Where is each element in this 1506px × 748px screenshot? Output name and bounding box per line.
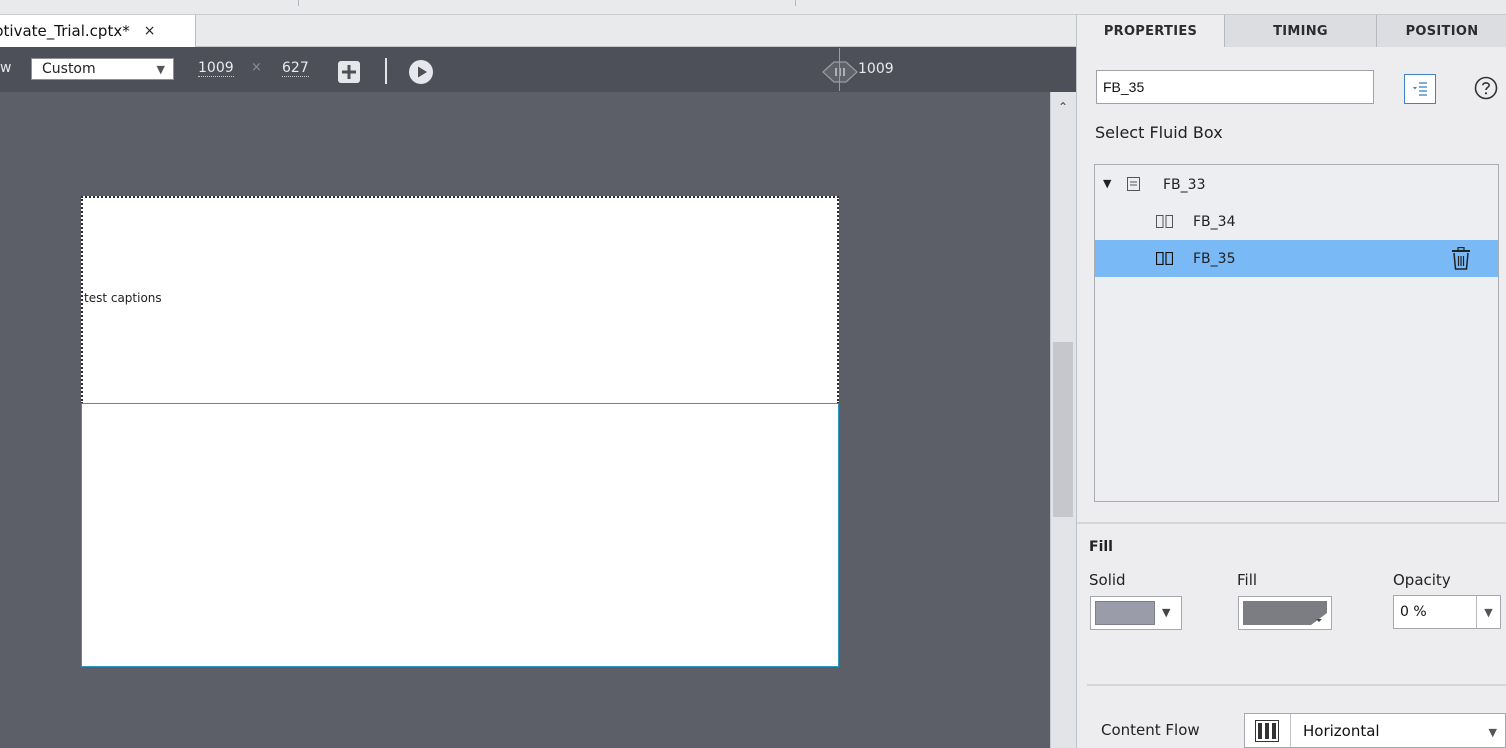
preview-play-icon[interactable] bbox=[408, 59, 434, 85]
tree-item-fb-33[interactable]: ▼ FB_33 bbox=[1095, 166, 1498, 203]
document-tab-label: ptivate_Trial.cptx* bbox=[0, 22, 130, 40]
device-preset-value: Custom bbox=[42, 61, 96, 77]
width-field[interactable]: 1009 bbox=[198, 60, 234, 77]
scrollbar-thumb[interactable] bbox=[1053, 342, 1073, 517]
solid-color-swatch bbox=[1095, 601, 1155, 625]
list-menu-icon bbox=[1413, 82, 1427, 96]
vertical-box-icon bbox=[1127, 177, 1140, 191]
add-breakpoint-icon[interactable] bbox=[337, 60, 361, 84]
tree-item-label: FB_33 bbox=[1163, 176, 1206, 193]
fill-section-title: Fill bbox=[1089, 539, 1113, 555]
chevron-down-icon: ▼ bbox=[1488, 726, 1497, 739]
fluid-box-tree: ▼ FB_33 FB_34 FB_35 bbox=[1094, 164, 1499, 502]
breakpoint-value: 1009 bbox=[858, 61, 894, 77]
breakpoint-handle-icon[interactable] bbox=[822, 60, 858, 84]
caption-text[interactable]: test captions bbox=[84, 291, 162, 305]
tree-item-label: FB_35 bbox=[1193, 250, 1236, 267]
horizontal-box-icon bbox=[1156, 252, 1173, 265]
close-tab-icon[interactable]: × bbox=[144, 23, 156, 39]
scroll-up-icon[interactable]: ⌃ bbox=[1058, 100, 1068, 114]
top-strip bbox=[0, 0, 1506, 15]
top-strip-divider bbox=[795, 0, 796, 6]
tab-position[interactable]: POSITION bbox=[1377, 15, 1506, 47]
content-flow-select[interactable]: Horizontal ▼ bbox=[1244, 713, 1506, 748]
view-label: w bbox=[0, 60, 12, 76]
tab-properties[interactable]: PROPERTIES bbox=[1077, 15, 1225, 47]
opacity-input[interactable]: 0 % ▼ bbox=[1393, 595, 1501, 629]
section-divider bbox=[1077, 522, 1506, 524]
document-tab[interactable]: ptivate_Trial.cptx* × bbox=[0, 15, 196, 47]
horizontal-box-icon bbox=[1156, 215, 1173, 228]
fill-color-picker[interactable] bbox=[1238, 596, 1332, 630]
chevron-down-icon bbox=[1311, 613, 1327, 625]
tab-timing[interactable]: TIMING bbox=[1225, 15, 1377, 47]
fill-label: Fill bbox=[1237, 571, 1258, 589]
fill-type-picker[interactable]: ▼ bbox=[1090, 596, 1182, 630]
panel-tabs: PROPERTIES TIMING POSITION bbox=[1077, 15, 1506, 47]
properties-panel: PROPERTIES TIMING POSITION Select Fluid … bbox=[1076, 15, 1506, 748]
stage-vertical-scrollbar[interactable]: ⌃ bbox=[1050, 92, 1076, 748]
opacity-dropdown-icon[interactable]: ▼ bbox=[1476, 596, 1500, 628]
content-flow-label: Content Flow bbox=[1101, 721, 1200, 739]
document-tab-bar: ptivate_Trial.cptx* × bbox=[0, 15, 1076, 47]
fluid-box-section-title: Select Fluid Box bbox=[1095, 123, 1223, 142]
opacity-value: 0 % bbox=[1400, 604, 1427, 620]
dimension-separator: × bbox=[251, 60, 262, 75]
stage-toolbar: w Custom ▼ 1009 × 627 1009 bbox=[0, 47, 1076, 92]
tree-item-fb-34[interactable]: FB_34 bbox=[1095, 203, 1498, 240]
opacity-label: Opacity bbox=[1393, 571, 1451, 589]
height-field[interactable]: 627 bbox=[282, 60, 309, 77]
horizontal-flow-icon bbox=[1255, 720, 1279, 742]
trash-icon[interactable] bbox=[1450, 247, 1472, 271]
help-icon[interactable] bbox=[1473, 75, 1499, 101]
item-name-input[interactable] bbox=[1096, 70, 1374, 104]
chevron-down-icon: ▼ bbox=[1162, 606, 1171, 619]
tree-item-fb-35[interactable]: FB_35 bbox=[1095, 240, 1498, 277]
toolbar-divider bbox=[385, 58, 387, 84]
fluid-box-fb-35[interactable] bbox=[81, 403, 839, 667]
style-list-button[interactable] bbox=[1404, 74, 1436, 104]
select-divider bbox=[1290, 714, 1291, 747]
section-divider bbox=[1087, 684, 1506, 686]
fluid-box-fb-34[interactable] bbox=[81, 196, 839, 404]
expand-triangle-icon[interactable]: ▼ bbox=[1103, 177, 1111, 190]
device-preset-select[interactable]: Custom ▼ bbox=[31, 58, 174, 80]
breakpoint-line bbox=[839, 48, 840, 91]
tree-item-label: FB_34 bbox=[1193, 213, 1236, 230]
chevron-down-icon: ▼ bbox=[156, 62, 165, 76]
solid-label: Solid bbox=[1089, 571, 1126, 589]
top-strip-divider bbox=[298, 0, 299, 6]
content-flow-value: Horizontal bbox=[1303, 722, 1380, 740]
